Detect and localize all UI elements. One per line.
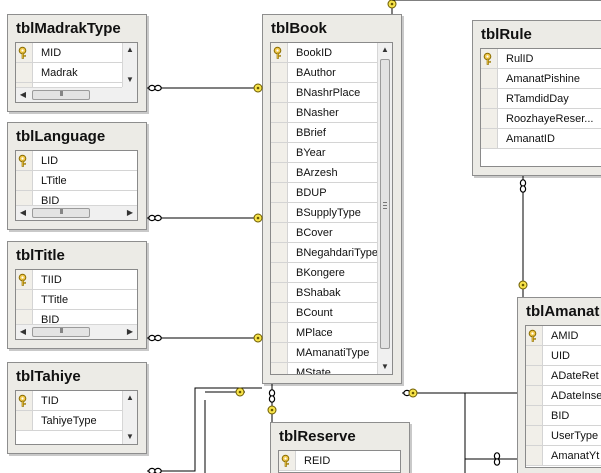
one-end-key-icon [253, 83, 263, 93]
many-end-icon [154, 334, 162, 342]
one-end-key-icon [235, 387, 245, 397]
one-end-key-icon [267, 405, 277, 415]
one-end-key-icon [387, 0, 397, 9]
one-end-key-icon [253, 333, 263, 343]
many-end-icon [519, 185, 527, 193]
one-end-key-icon [408, 388, 418, 398]
many-end-icon [154, 467, 162, 473]
many-end-icon [493, 458, 501, 466]
many-end-icon [154, 84, 162, 92]
relationship-line [440, 392, 466, 473]
many-end-icon [268, 395, 276, 403]
diagram-canvas: tblMadrakTypeMIDMadrakBID▲▼◀▶IIItblLangu… [0, 0, 601, 473]
one-end-key-icon [253, 213, 263, 223]
relationship-lines [147, 0, 601, 473]
one-end-key-icon [518, 280, 528, 290]
many-end-icon [154, 214, 162, 222]
